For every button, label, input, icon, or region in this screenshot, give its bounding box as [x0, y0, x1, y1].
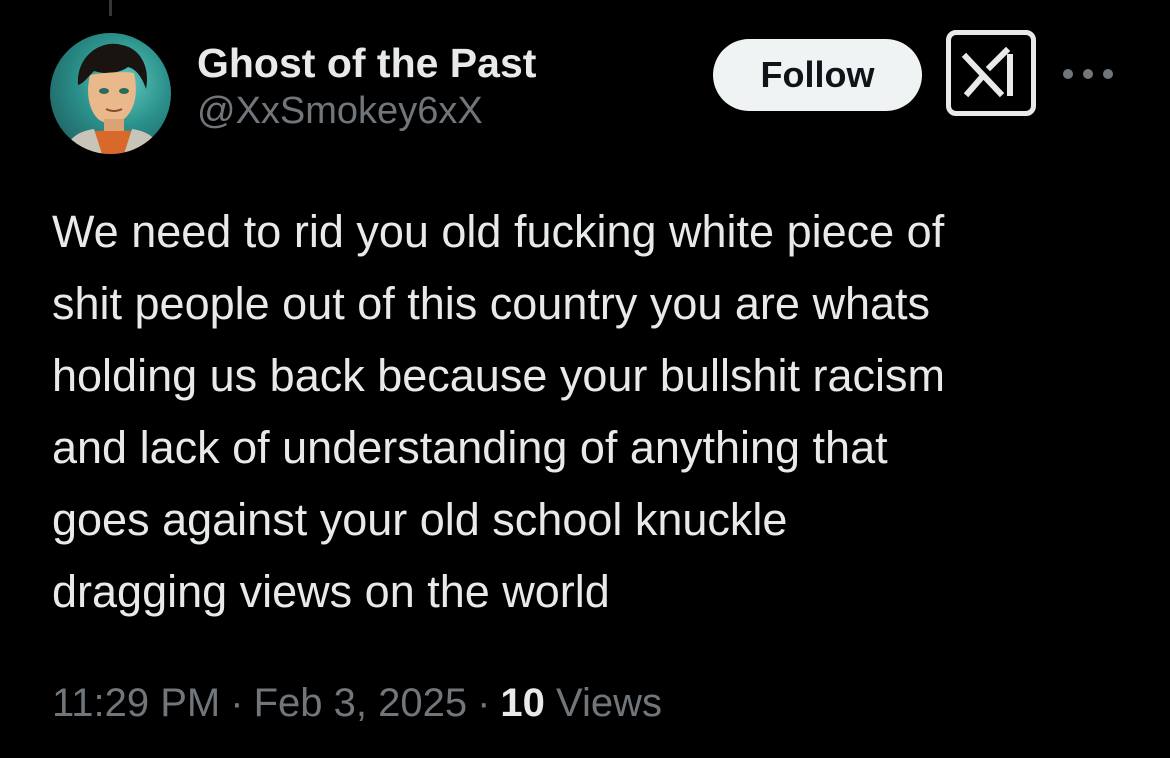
grok-icon: [961, 47, 1013, 98]
author-handle[interactable]: @XxSmokey6xX: [197, 88, 536, 134]
tweet-text: We need to rid you old fucking white pie…: [52, 206, 945, 617]
follow-button[interactable]: Follow: [713, 39, 922, 111]
tweet-header: Ghost of the Past @XxSmokey6xX Follow: [50, 30, 1130, 160]
more-options-icon: [1063, 69, 1113, 79]
avatar-illustration: [64, 43, 162, 154]
grok-button[interactable]: [946, 30, 1036, 116]
more-options-button[interactable]: [1060, 52, 1116, 96]
tweet-meta: 11:29 PM · Feb 3, 2025 · 10 Views: [52, 677, 662, 729]
views-label[interactable]: Views: [556, 681, 662, 725]
thread-connector-line: [109, 0, 112, 16]
meta-separator: ·: [477, 681, 491, 725]
views-count[interactable]: 10: [500, 681, 545, 725]
author-names: Ghost of the Past @XxSmokey6xX: [197, 40, 536, 134]
avatar[interactable]: [50, 33, 171, 154]
author-display-name[interactable]: Ghost of the Past: [197, 40, 536, 86]
meta-separator: ·: [230, 681, 244, 725]
tweet-date[interactable]: Feb 3, 2025: [254, 681, 468, 725]
tweet-time[interactable]: 11:29 PM: [52, 681, 220, 725]
